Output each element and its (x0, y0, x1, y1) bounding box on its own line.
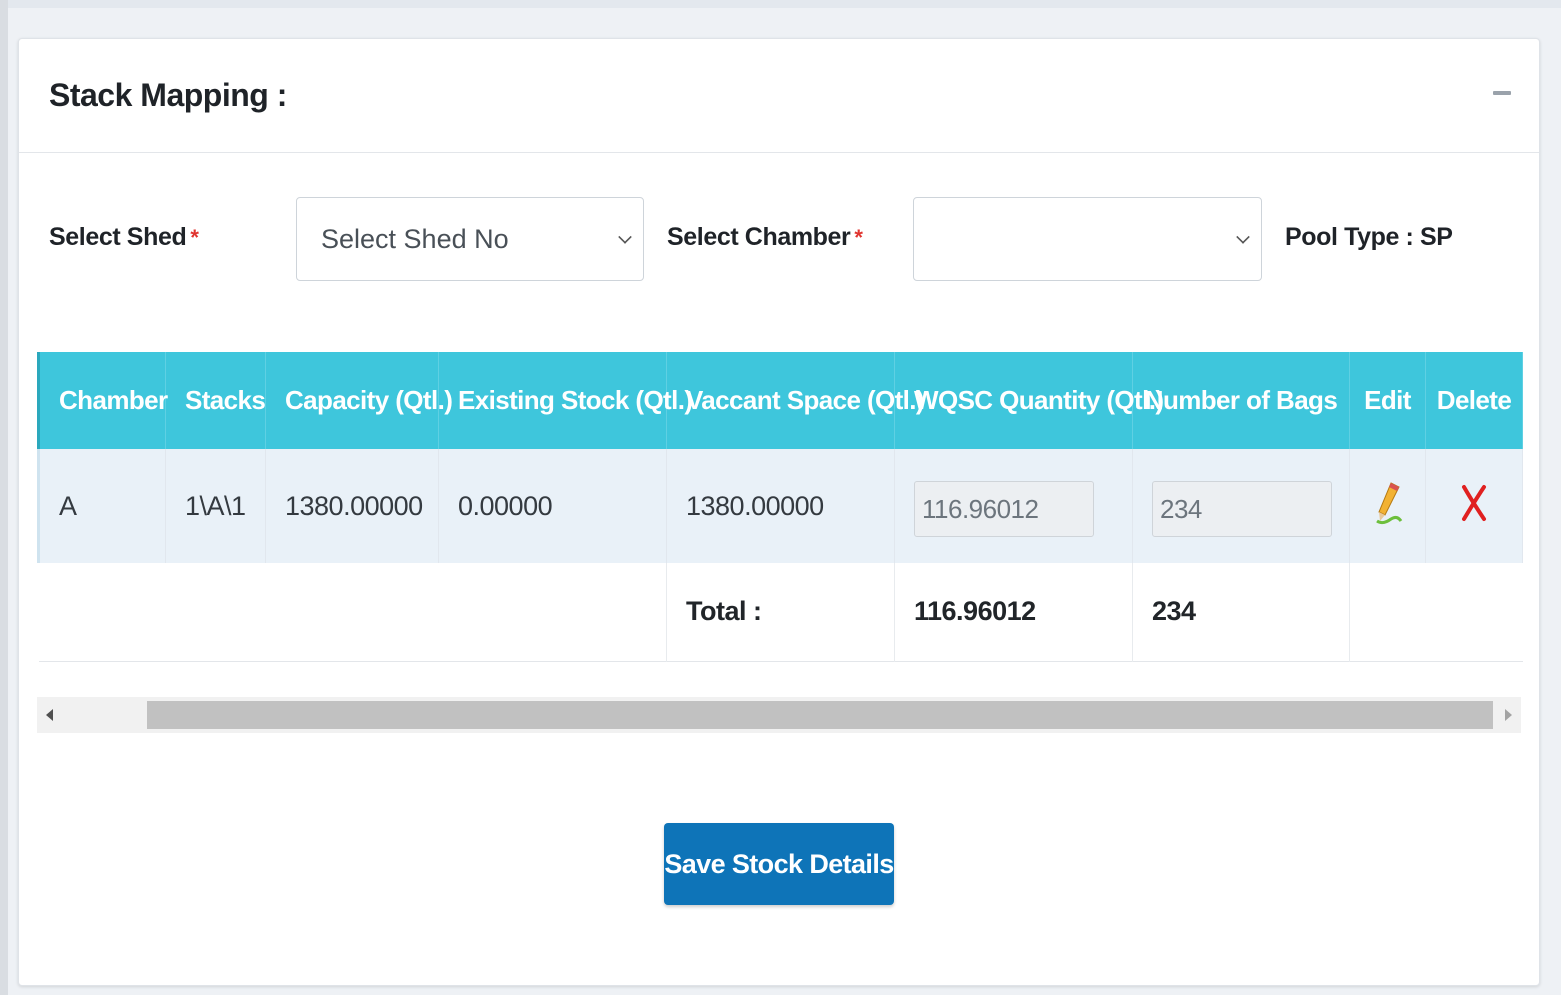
capacity-cell: 1380.00000 (265, 449, 439, 563)
empty-cell (39, 563, 166, 661)
existing-stock-cell: 0.00000 (438, 449, 667, 563)
page-title: Stack Mapping : (49, 77, 287, 113)
chamber-select[interactable] (913, 197, 1262, 281)
stack-table: Chamber Stacks Capacity (Qtl.) Existing … (37, 352, 1523, 662)
shed-select[interactable]: Select Shed No (296, 197, 644, 281)
total-wqsc: 116.96012 (894, 563, 1133, 661)
total-bags: 234 (1132, 563, 1350, 661)
top-strip (0, 0, 1561, 8)
column-header: Edit (1349, 352, 1426, 449)
bags-cell: 234 (1132, 449, 1350, 563)
collapse-icon[interactable] (1493, 91, 1511, 95)
column-header: Number of Bags (1132, 352, 1350, 449)
scroll-right-arrow-icon[interactable] (1505, 709, 1512, 721)
card-header: Stack Mapping : (19, 39, 1539, 153)
empty-cell (1426, 563, 1523, 661)
chamber-label: Select Chamber * (667, 223, 863, 252)
column-header: Chamber (37, 352, 168, 449)
wqsc-quantity-cell: 116.96012 (894, 449, 1133, 563)
edit-cell (1349, 449, 1426, 563)
shed-label-text: Select Shed (49, 223, 187, 251)
column-header: Delete (1425, 352, 1523, 449)
left-edge (0, 0, 8, 995)
chevron-down-icon (1236, 230, 1250, 244)
empty-cell (166, 563, 266, 661)
column-header: WQSC Quantity (Qtl.) (894, 352, 1164, 449)
stack-table-wrapper: Chamber Stacks Capacity (Qtl.) Existing … (37, 352, 1523, 662)
vacant-space-cell: 1380.00000 (666, 449, 895, 563)
wqsc-quantity-input[interactable]: 116.96012 (914, 481, 1094, 537)
table-header-row: Chamber Stacks Capacity (Qtl.) Existing … (37, 352, 1523, 449)
stack-mapping-card: Stack Mapping : Select Shed * Select Shed… (18, 38, 1540, 986)
empty-cell (266, 563, 439, 661)
empty-cell (1350, 563, 1426, 661)
column-header: Stacks (165, 352, 266, 449)
required-marker: * (190, 225, 199, 250)
stacks-cell: 1\A\1 (165, 449, 266, 563)
empty-cell (438, 563, 667, 661)
pencil-icon[interactable] (1371, 481, 1405, 525)
chevron-down-icon (618, 230, 632, 244)
column-header: Existing Stock (Qtl.) (438, 352, 693, 449)
scroll-left-arrow-icon[interactable] (46, 709, 53, 721)
table-row: A 1\A\1 1380.00000 0.00000 1380.00000 11… (37, 449, 1523, 563)
chamber-cell: A (37, 449, 166, 563)
total-label: Total : (666, 563, 895, 661)
horizontal-scrollbar[interactable] (37, 697, 1521, 733)
total-row: Total : 116.96012 234 (38, 563, 1523, 661)
scroll-thumb[interactable] (147, 701, 1493, 729)
shed-label: Select Shed * (49, 223, 199, 252)
pool-type-label: Pool Type : SP (1285, 223, 1453, 251)
required-marker: * (854, 225, 863, 250)
save-stock-details-button[interactable]: Save Stock Details (664, 823, 894, 905)
number-of-bags-input[interactable]: 234 (1152, 481, 1332, 537)
chamber-label-text: Select Chamber (667, 223, 851, 251)
column-header: Vaccant Space (Qtl.) (666, 352, 925, 449)
delete-cell (1425, 449, 1523, 563)
column-header: Capacity (Qtl.) (265, 352, 453, 449)
cross-icon[interactable] (1458, 483, 1490, 523)
shed-select-value: Select Shed No (321, 223, 509, 254)
